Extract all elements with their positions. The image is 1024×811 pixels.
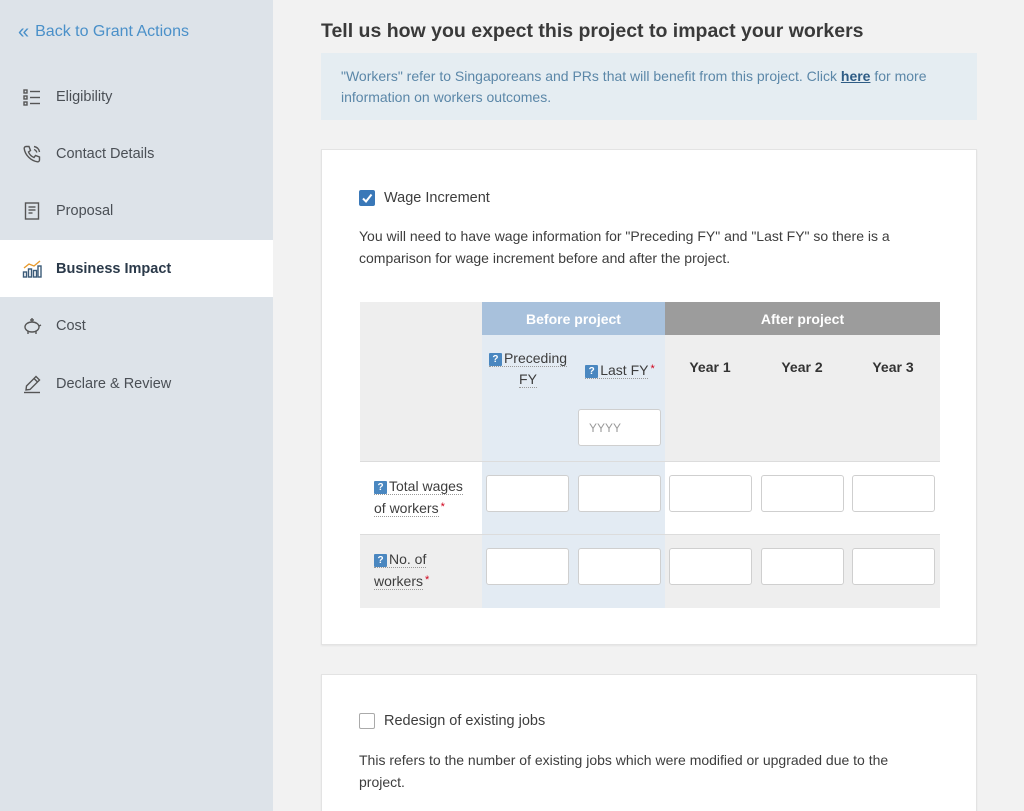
- sidebar-item-proposal[interactable]: Proposal: [0, 182, 273, 239]
- redesign-jobs-description: This refers to the number of existing jo…: [359, 752, 889, 790]
- back-link-label: Back to Grant Actions: [35, 23, 189, 40]
- sidebar-item-label: Proposal: [56, 202, 114, 219]
- no-of-workers-row-label: ? No. of workers *: [374, 551, 430, 590]
- phone-icon: [22, 144, 42, 164]
- total-wages-year-2-input[interactable]: [761, 475, 844, 512]
- info-text-before: "Workers" refer to Singaporeans and PRs …: [341, 68, 841, 84]
- workers-last-fy-input[interactable]: [578, 548, 661, 585]
- workers-year-1-input[interactable]: [669, 548, 752, 585]
- after-subheader-bg: [665, 335, 940, 461]
- document-icon: [22, 201, 42, 221]
- pen-icon: [22, 374, 42, 394]
- sidebar-item-label: Cost: [56, 317, 86, 334]
- table-header-blank: [360, 302, 482, 461]
- total-wages-row-label: ? Total wages of workers *: [374, 478, 463, 517]
- sidebar-item-label: Business Impact: [56, 260, 172, 277]
- list-icon: [22, 87, 42, 107]
- redesign-jobs-option: Redesign of existing jobs: [359, 713, 545, 729]
- help-icon[interactable]: ?: [488, 353, 502, 366]
- redesign-jobs-checkbox[interactable]: [359, 713, 375, 729]
- sidebar-item-eligibility[interactable]: Eligibility: [0, 68, 273, 125]
- row-divider: [360, 461, 940, 462]
- total-wages-preceding-fy-input[interactable]: [486, 475, 569, 512]
- sidebar-item-contact-details[interactable]: Contact Details: [0, 125, 273, 182]
- wage-table: Before project After project ? Preceding …: [360, 302, 940, 608]
- help-icon[interactable]: ?: [374, 481, 387, 494]
- redesign-jobs-card: Redesign of existing jobs This refers to…: [321, 674, 977, 811]
- sidebar-item-label: Contact Details: [56, 145, 155, 162]
- sidebar-item-declare-review[interactable]: Declare & Review: [0, 355, 273, 412]
- sidebar-item-cost[interactable]: Cost: [0, 297, 273, 354]
- year-2-header: Year 2: [781, 359, 823, 375]
- total-wages-year-3-input[interactable]: [852, 475, 935, 512]
- bar-chart-icon: [22, 259, 42, 279]
- year-3-header: Year 3: [872, 359, 914, 375]
- total-wages-year-1-input[interactable]: [669, 475, 752, 512]
- wage-increment-checkbox[interactable]: [359, 190, 375, 206]
- redesign-jobs-label: Redesign of existing jobs: [384, 713, 546, 729]
- preceding-fy-header: ? Preceding FY: [486, 348, 570, 390]
- required-mark: *: [650, 363, 655, 375]
- before-project-header: Before project: [482, 302, 665, 335]
- last-fy-header: ? Last FY *: [578, 359, 662, 381]
- wage-increment-card: Wage Increment You will need to have wag…: [321, 149, 977, 645]
- page-title: Tell us how you expect this project to i…: [321, 20, 864, 42]
- checkmark-icon: [362, 193, 373, 204]
- wage-increment-label: Wage Increment: [384, 190, 490, 206]
- help-icon[interactable]: ?: [585, 365, 599, 378]
- workers-preceding-fy-input[interactable]: [486, 548, 569, 585]
- help-icon[interactable]: ?: [374, 554, 387, 567]
- wage-increment-description: You will need to have wage information f…: [359, 228, 890, 266]
- row-divider: [360, 534, 940, 535]
- sidebar: « Back to Grant Actions Eligibility Cont…: [0, 0, 273, 811]
- piggy-bank-icon: [22, 316, 42, 336]
- wage-increment-option: Wage Increment: [359, 190, 490, 206]
- sidebar-item-label: Declare & Review: [56, 375, 172, 392]
- last-fy-year-input[interactable]: [578, 409, 661, 446]
- sidebar-item-business-impact[interactable]: Business Impact: [0, 240, 273, 297]
- workers-year-2-input[interactable]: [761, 548, 844, 585]
- after-project-header: After project: [665, 302, 940, 335]
- double-chevron-left-icon: «: [18, 21, 29, 43]
- sidebar-item-label: Eligibility: [56, 88, 113, 105]
- year-1-header: Year 1: [689, 359, 731, 375]
- back-to-grant-actions-link[interactable]: « Back to Grant Actions: [18, 22, 189, 42]
- total-wages-last-fy-input[interactable]: [578, 475, 661, 512]
- workers-year-3-input[interactable]: [852, 548, 935, 585]
- info-here-link[interactable]: here: [841, 68, 871, 84]
- info-box: "Workers" refer to Singaporeans and PRs …: [321, 53, 977, 120]
